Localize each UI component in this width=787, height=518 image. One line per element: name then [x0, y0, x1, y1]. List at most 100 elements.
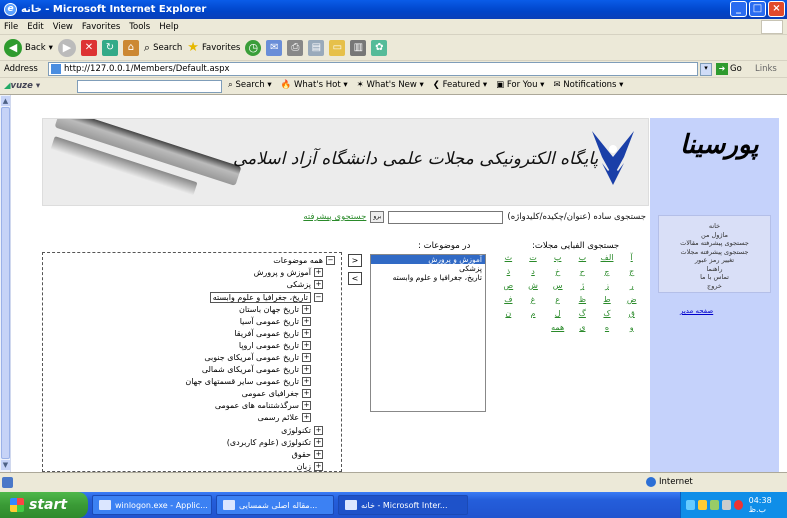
letter-link[interactable]: ذ: [496, 266, 521, 278]
letter-link[interactable]: ق: [619, 308, 644, 320]
tree-node-label[interactable]: تکنولوژی (علوم کاربردی): [227, 438, 311, 447]
tree-node-label[interactable]: همه موضوعات: [273, 256, 323, 265]
address-dropdown[interactable]: ▾: [700, 63, 712, 76]
vuze-whats-hot[interactable]: 🔥 What's Hot ▾: [281, 80, 348, 90]
letter-link[interactable]: ه: [595, 322, 620, 334]
letter-link[interactable]: پ: [545, 252, 570, 264]
expand-icon[interactable]: +: [302, 401, 311, 410]
letter-link[interactable]: ث: [496, 252, 521, 264]
letter-link-all[interactable]: همه: [545, 322, 570, 334]
sidebar-item-contact[interactable]: تماس با ما: [659, 273, 770, 282]
letter-link[interactable]: ظ: [570, 294, 595, 306]
expand-icon[interactable]: +: [302, 329, 311, 338]
letter-link[interactable]: خ: [545, 266, 570, 278]
letter-link[interactable]: غ: [521, 294, 546, 306]
go-button[interactable]: ➜ Go: [716, 63, 742, 75]
letter-link[interactable]: الف: [595, 252, 620, 264]
tree-node[interactable]: + زبان: [297, 462, 323, 471]
tree-node-label[interactable]: زبان: [297, 462, 311, 471]
tray-icon[interactable]: [721, 500, 731, 510]
scroll-thumb[interactable]: [1, 107, 10, 459]
sidebar-item-change-password[interactable]: تغییر رمز عبور: [659, 256, 770, 265]
menu-edit[interactable]: Edit: [27, 22, 43, 32]
move-right-button[interactable]: >: [348, 254, 362, 267]
menu-file[interactable]: File: [4, 22, 18, 32]
letter-link[interactable]: ح: [570, 266, 595, 278]
letter-link[interactable]: و: [619, 322, 644, 334]
print-icon[interactable]: ⎙: [287, 39, 304, 56]
vuze-whats-new[interactable]: ✶ What's New ▾: [357, 80, 424, 90]
tree-node[interactable]: − تاریخ، جغرافیا و علوم وابسته: [209, 292, 323, 303]
edit-icon[interactable]: ▤: [308, 39, 325, 56]
letter-link[interactable]: د: [521, 266, 546, 278]
letter-link[interactable]: گ: [570, 308, 595, 320]
collapse-icon[interactable]: −: [326, 256, 335, 265]
tree-node-label[interactable]: حقوق: [292, 450, 311, 459]
letter-link[interactable]: ن: [496, 308, 521, 320]
taskbar-item[interactable]: winlogon.exe - Applic...: [92, 495, 212, 515]
selected-subjects-listbox[interactable]: آموزش و پرورش پزشکی تاریخ، جغرافیا و علو…: [370, 254, 486, 412]
vuze-logo[interactable]: ◢vuze ▾: [4, 81, 40, 91]
tree-node[interactable]: + تاریخ عمومی آمریکای جنوبی: [204, 353, 311, 362]
taskbar-item-active[interactable]: خانه - Microsoft Inter...: [338, 495, 468, 515]
discuss-icon[interactable]: ▥: [350, 39, 367, 56]
tree-node[interactable]: + تکنولوژی: [281, 426, 323, 435]
tree-node[interactable]: + تاریخ عمومی سایر قسمتهای جهان: [185, 377, 311, 386]
tree-node-label[interactable]: پزشکی: [287, 280, 311, 289]
letter-link[interactable]: آ: [619, 252, 644, 264]
tree-node[interactable]: + آموزش و پرورش: [254, 268, 323, 277]
expand-icon[interactable]: +: [314, 438, 323, 447]
maximize-button[interactable]: □: [749, 1, 766, 17]
sidebar-item-logout[interactable]: خروج: [659, 282, 770, 291]
tree-node-label[interactable]: تاریخ عمومی اروپا: [239, 341, 299, 350]
letter-link[interactable]: ژ: [570, 280, 595, 292]
expand-icon[interactable]: +: [302, 365, 311, 374]
history-icon[interactable]: ◷: [245, 39, 262, 56]
home-icon[interactable]: ⌂: [122, 39, 139, 56]
tree-node-label-selected[interactable]: تاریخ، جغرافیا و علوم وابسته: [209, 292, 311, 303]
menu-favorites[interactable]: Favorites: [82, 22, 120, 32]
tree-node[interactable]: + تکنولوژی (علوم کاربردی): [227, 438, 323, 447]
collapse-icon[interactable]: −: [314, 293, 323, 302]
mail-icon[interactable]: ✉: [266, 39, 283, 56]
search-go-button[interactable]: برو: [370, 211, 385, 223]
letter-link[interactable]: ل: [545, 308, 570, 320]
move-left-button[interactable]: <: [348, 272, 362, 285]
letter-link[interactable]: ز: [595, 280, 620, 292]
start-button[interactable]: start: [0, 492, 88, 518]
menu-view[interactable]: View: [53, 22, 73, 32]
letter-link[interactable]: ص: [496, 280, 521, 292]
taskbar-item[interactable]: مقاله اصلی شمسایی...: [216, 495, 334, 515]
expand-icon[interactable]: +: [314, 426, 323, 435]
messenger-icon[interactable]: ✿: [371, 39, 388, 56]
close-button[interactable]: ×: [768, 1, 785, 17]
search-button[interactable]: ⌕ Search: [144, 41, 182, 55]
letter-link[interactable]: ر: [619, 280, 644, 292]
back-button[interactable]: ◀ Back ▾: [4, 38, 53, 57]
expand-icon[interactable]: +: [302, 389, 311, 398]
tree-node[interactable]: + پزشکی: [287, 280, 323, 289]
expand-icon[interactable]: +: [302, 353, 311, 362]
expand-icon[interactable]: +: [302, 305, 311, 314]
refresh-icon[interactable]: ↻: [101, 39, 118, 56]
tree-node[interactable]: + علائم رسمی: [258, 413, 311, 422]
tree-node[interactable]: + حقوق: [292, 450, 323, 459]
sidebar-item-advanced-article-search[interactable]: جستجوی پیشرفته مقالات: [659, 239, 770, 248]
expand-icon[interactable]: +: [314, 462, 323, 471]
folder-icon[interactable]: ▭: [329, 39, 346, 56]
sidebar-item-help[interactable]: راهنما: [659, 265, 770, 274]
advanced-search-link[interactable]: جستجوی پیشرفته: [303, 212, 366, 222]
address-input[interactable]: http://127.0.0.1/Members/Default.aspx: [48, 62, 698, 76]
vertical-scrollbar[interactable]: ▲ ▼: [0, 95, 11, 472]
tree-node-label[interactable]: تکنولوژی: [281, 426, 311, 435]
letter-link[interactable]: ج: [619, 266, 644, 278]
expand-icon[interactable]: +: [302, 317, 311, 326]
tree-node[interactable]: + تاریخ جهان باستان: [239, 305, 311, 314]
letter-link[interactable]: ک: [595, 308, 620, 320]
letter-link[interactable]: چ: [595, 266, 620, 278]
menu-help[interactable]: Help: [159, 22, 178, 32]
letter-link[interactable]: م: [521, 308, 546, 320]
menu-tools[interactable]: Tools: [129, 22, 150, 32]
expand-icon[interactable]: +: [302, 413, 311, 422]
admin-page-link[interactable]: صفحه مدیر: [680, 307, 713, 315]
